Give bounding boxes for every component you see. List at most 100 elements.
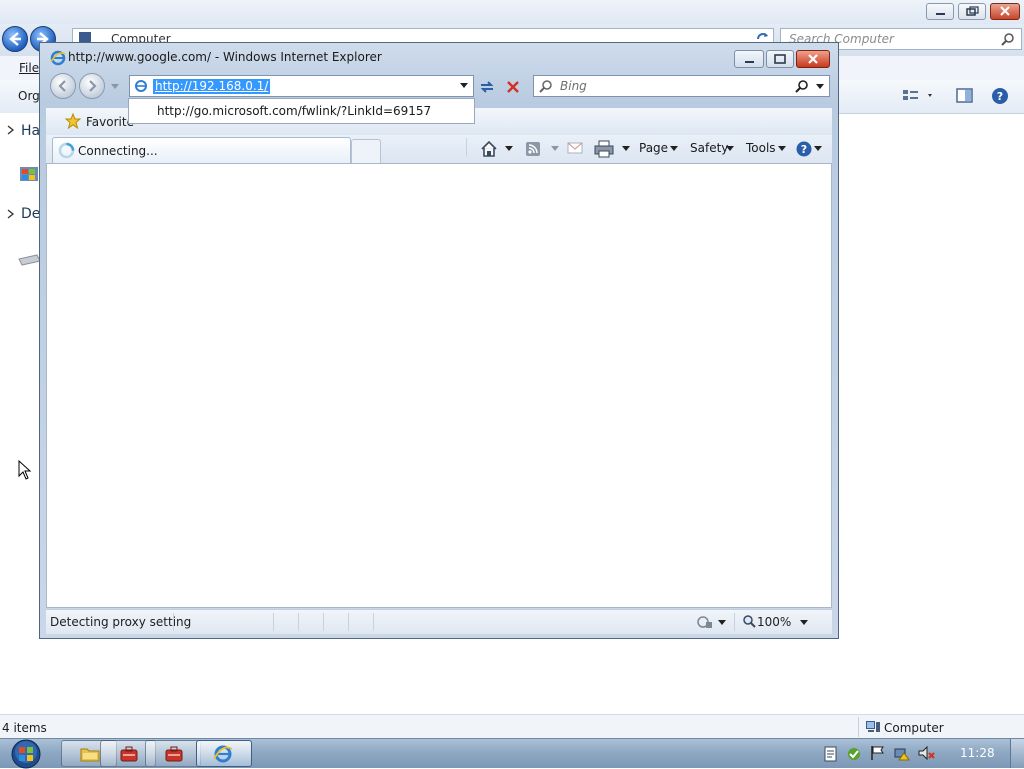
new-tab-button[interactable] (351, 139, 381, 163)
explorer-close-button[interactable] (990, 3, 1020, 20)
ie-address-bar[interactable]: http://192.168.0.1/ (129, 75, 474, 97)
mouse-cursor (18, 460, 32, 480)
tab-active[interactable]: Connecting... (52, 137, 351, 163)
windows-drive-icon (18, 163, 40, 185)
page-menu[interactable]: Page (639, 141, 668, 155)
start-button[interactable] (6, 739, 46, 769)
computer-status-icon (865, 720, 881, 734)
home-icon[interactable] (480, 140, 498, 158)
red-app-icon (164, 745, 184, 763)
recent-pages-dropdown-icon[interactable] (110, 81, 120, 91)
taskbar-internet-explorer[interactable] (196, 740, 252, 767)
print-icon[interactable] (594, 140, 614, 158)
feeds-icon[interactable] (525, 141, 541, 157)
explorer-back-button[interactable] (2, 26, 28, 52)
page-dropdown-icon[interactable] (670, 146, 678, 152)
explorer-status-bar: 4 items Computer (0, 714, 1024, 739)
preview-pane-icon[interactable] (956, 87, 974, 105)
status-separator (734, 613, 735, 631)
refresh-icon[interactable] (477, 77, 497, 97)
status-separator (323, 613, 324, 631)
location-label: Computer (884, 721, 944, 735)
tab-row: Connecting... Page Safety Tools ? (46, 135, 832, 163)
tools-menu[interactable]: Tools (746, 141, 776, 155)
toolbar-separator (466, 138, 467, 156)
page-icon (134, 79, 148, 93)
tab-title: Connecting... (78, 144, 158, 158)
taskbar-app-red-2[interactable] (145, 740, 201, 767)
zoom-icon[interactable] (742, 614, 756, 628)
explorer-titlebar (0, 0, 1024, 24)
ie-close-button[interactable] (796, 50, 830, 68)
help-icon[interactable]: ? (795, 140, 813, 158)
menu-file[interactable]: File (19, 61, 39, 75)
system-tray: 11:28 (810, 739, 1024, 768)
search-options-dropdown-icon[interactable] (815, 83, 825, 91)
ie-minimize-button[interactable] (734, 50, 764, 68)
search-go-icon[interactable] (795, 79, 809, 93)
status-divider (858, 717, 859, 737)
nav-collapse-arrow-1[interactable] (6, 125, 16, 135)
ie-back-button[interactable] (50, 73, 76, 99)
autocomplete-item[interactable]: http://go.microsoft.com/fwlink/?LinkId=6… (157, 104, 431, 118)
tray-volume-muted-icon[interactable] (918, 745, 936, 761)
organize-button[interactable]: Org (18, 89, 40, 103)
nav-collapse-arrow-2[interactable] (6, 209, 16, 219)
red-app-icon (119, 745, 139, 763)
status-text: Detecting proxy setting (50, 615, 192, 629)
views-icon[interactable] (902, 88, 936, 104)
clock[interactable]: 11:28 (960, 746, 995, 760)
explorer-restore-button[interactable] (958, 3, 986, 20)
ie-logo-icon (213, 744, 233, 764)
tray-action-center-flag-icon[interactable] (870, 745, 886, 761)
ie-search-box[interactable]: Bing (533, 75, 830, 97)
read-mail-icon[interactable] (567, 142, 583, 155)
stop-icon[interactable] (503, 77, 523, 97)
svg-text:?: ? (997, 90, 1003, 103)
taskbar: 11:28 (0, 738, 1024, 769)
items-count: 4 items (2, 721, 47, 735)
tray-network-warning-icon[interactable] (894, 745, 910, 761)
svg-text:?: ? (801, 143, 807, 156)
home-dropdown-icon[interactable] (505, 146, 513, 152)
page-content-area[interactable] (46, 163, 832, 608)
ie-logo-icon (50, 50, 66, 66)
address-dropdown-icon[interactable] (459, 82, 469, 90)
tools-dropdown-icon[interactable] (778, 146, 786, 152)
status-separator (348, 613, 349, 631)
help-dropdown-icon[interactable] (814, 146, 822, 152)
tray-security-icon[interactable] (846, 746, 862, 762)
tray-document-icon[interactable] (824, 746, 838, 762)
ie-window-title: http://www.google.com/ - Windows Interne… (68, 50, 382, 64)
ie-window: http://www.google.com/ - Windows Interne… (39, 42, 839, 639)
protected-mode-icon[interactable] (696, 614, 714, 630)
favorites-star-icon[interactable] (65, 113, 81, 129)
ie-forward-button[interactable] (79, 73, 105, 99)
status-separator (373, 613, 374, 631)
nav-section-1[interactable]: Ha (21, 123, 40, 139)
status-separator (173, 613, 174, 631)
feeds-dropdown-icon[interactable] (551, 146, 559, 152)
show-desktop-button[interactable] (1010, 739, 1024, 768)
protected-mode-dropdown-icon[interactable] (718, 620, 726, 626)
search-placeholder: Bing (560, 79, 587, 93)
safety-menu[interactable]: Safety (690, 141, 728, 155)
ie-maximize-button[interactable] (766, 50, 794, 68)
folder-icon (80, 745, 100, 763)
explorer-minimize-button[interactable] (926, 3, 954, 20)
address-autocomplete-dropdown: http://go.microsoft.com/fwlink/?LinkId=6… (128, 98, 475, 124)
nav-section-2[interactable]: De (21, 206, 40, 222)
ie-status-bar: Detecting proxy setting 100% (46, 609, 832, 634)
status-separator (298, 613, 299, 631)
address-input[interactable]: http://192.168.0.1/ (153, 79, 271, 94)
favorites-button[interactable]: Favorite (86, 115, 134, 129)
help-icon[interactable]: ? (990, 86, 1010, 106)
status-separator (273, 613, 274, 631)
bing-icon (538, 79, 554, 95)
zoom-level[interactable]: 100% (757, 615, 791, 629)
print-dropdown-icon[interactable] (622, 146, 630, 152)
safety-dropdown-icon[interactable] (726, 146, 734, 152)
loading-spinner-icon (58, 142, 75, 159)
dvd-drive-icon (17, 253, 41, 269)
zoom-dropdown-icon[interactable] (800, 620, 808, 626)
